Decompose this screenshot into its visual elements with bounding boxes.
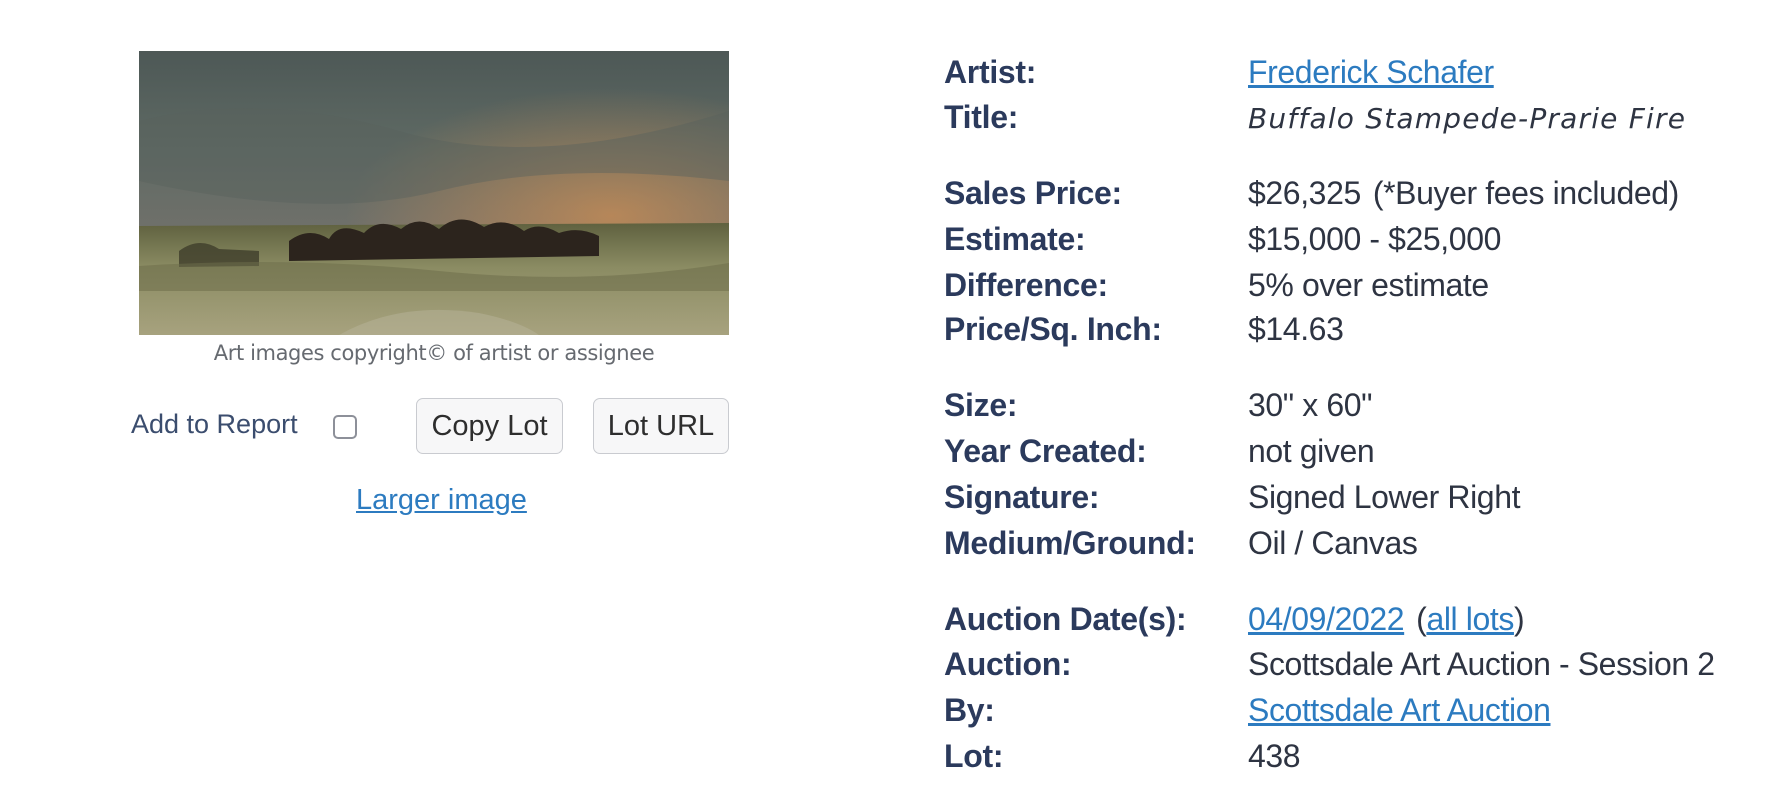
auction-value: Scottsdale Art Auction - Session 2 bbox=[1248, 646, 1715, 682]
estimate-value: $15,000 - $25,000 bbox=[1248, 221, 1501, 257]
auction-date-group: 04/09/2022 (all lots) bbox=[1248, 601, 1525, 638]
title-label: Title: bbox=[944, 99, 1019, 135]
medium-value: Oil / Canvas bbox=[1248, 525, 1418, 561]
price-sq-inch-label: Price/Sq. Inch: bbox=[944, 311, 1162, 347]
artist-link[interactable]: Frederick Schafer bbox=[1248, 54, 1494, 91]
artwork-image[interactable] bbox=[139, 51, 729, 335]
signature-label: Signature: bbox=[944, 479, 1100, 515]
medium-label: Medium/Ground: bbox=[944, 525, 1196, 561]
by-label: By: bbox=[944, 692, 995, 728]
lot-url-button[interactable]: Lot URL bbox=[593, 398, 729, 454]
size-value: 30" x 60" bbox=[1248, 387, 1373, 423]
year-created-label: Year Created: bbox=[944, 433, 1147, 469]
buyer-fees-note: (*Buyer fees included) bbox=[1372, 175, 1679, 211]
size-label: Size: bbox=[944, 387, 1018, 423]
copyright-notice: Art images copyright© of artist or assig… bbox=[213, 341, 655, 365]
difference-label: Difference: bbox=[944, 267, 1108, 303]
estimate-label: Estimate: bbox=[944, 221, 1086, 257]
add-to-report-label: Add to Report bbox=[131, 409, 298, 439]
title-value: Buffalo Stampede-Prarie Fire bbox=[1248, 102, 1687, 135]
difference-value: 5% over estimate bbox=[1248, 267, 1489, 303]
copy-lot-button[interactable]: Copy Lot bbox=[416, 398, 563, 454]
all-lots-link[interactable]: all lots bbox=[1426, 601, 1514, 637]
auction-date-label: Auction Date(s): bbox=[944, 601, 1187, 637]
add-to-report-checkbox[interactable] bbox=[333, 415, 357, 439]
signature-value: Signed Lower Right bbox=[1248, 479, 1521, 515]
open-paren: ( bbox=[1416, 601, 1427, 637]
price-sq-inch-value: $14.63 bbox=[1248, 311, 1344, 347]
lot-value: 438 bbox=[1248, 738, 1301, 774]
auction-date-link[interactable]: 04/09/2022 bbox=[1248, 601, 1405, 637]
sales-price-value: $26,325 bbox=[1248, 175, 1361, 211]
sales-price-label: Sales Price: bbox=[944, 175, 1122, 211]
sales-price-value-group: $26,325 (*Buyer fees included) bbox=[1248, 175, 1679, 212]
artist-label: Artist: bbox=[944, 54, 1037, 90]
auction-house-link[interactable]: Scottsdale Art Auction bbox=[1248, 692, 1551, 729]
lot-label: Lot: bbox=[944, 738, 1004, 774]
close-paren: ) bbox=[1513, 601, 1525, 637]
year-created-value: not given bbox=[1248, 433, 1375, 469]
larger-image-link[interactable]: Larger image bbox=[356, 484, 527, 517]
auction-label: Auction: bbox=[944, 646, 1072, 682]
